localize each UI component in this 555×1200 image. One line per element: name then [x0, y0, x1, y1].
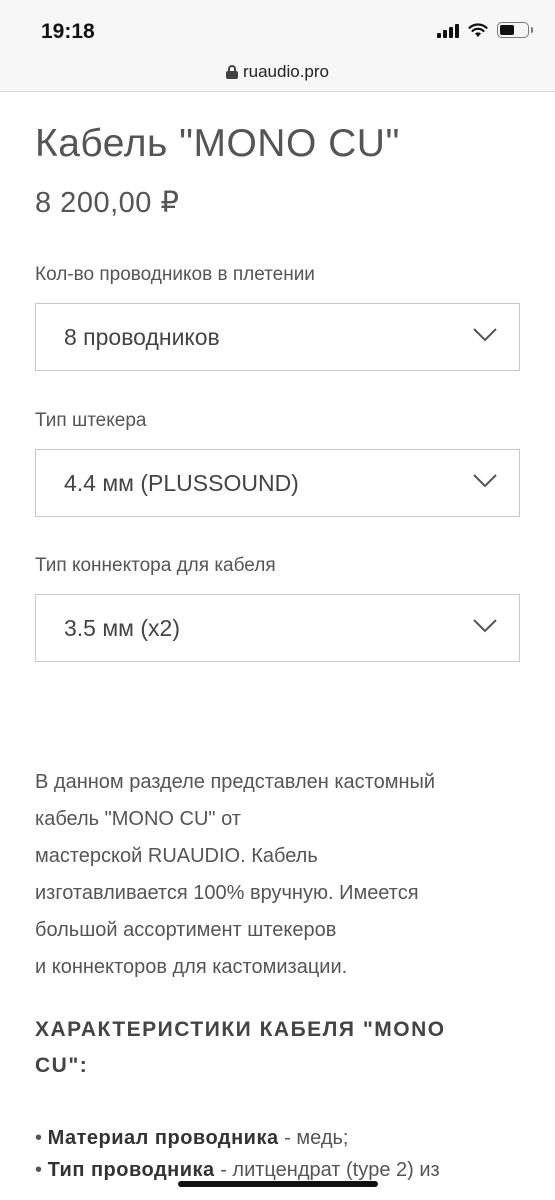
conductor-count-label: Кол-во проводников в плетении — [35, 264, 315, 285]
chevron-down-icon — [473, 619, 497, 633]
connector-type-value: 3.5 мм (x2) — [64, 614, 180, 641]
description-line: большой ассортимент штекеров — [35, 919, 337, 941]
specs-list: • Материал проводника - медь; • Тип пров… — [35, 1122, 555, 1186]
chevron-down-icon — [473, 328, 497, 342]
description-line: В данном разделе представлен кастомный — [35, 771, 436, 793]
product-description: В данном разделе представлен кастомный к… — [35, 764, 520, 986]
conductor-count-select[interactable]: 8 проводников — [35, 303, 520, 371]
battery-icon — [497, 22, 533, 38]
browser-url-bar[interactable]: ruaudio.pro — [0, 58, 555, 92]
chevron-down-icon — [473, 474, 497, 488]
connector-type-select[interactable]: 3.5 мм (x2) — [35, 594, 520, 662]
plug-type-label: Тип штекера — [35, 410, 147, 431]
specs-heading-line: CU": — [35, 1054, 89, 1077]
url-text: ruaudio.pro — [242, 62, 329, 81]
plug-type-value: 4.4 мм (PLUSSOUND) — [64, 469, 299, 496]
specs-heading-line: ХАРАКТЕРИСТИКИ КАБЕЛЯ "MONO — [35, 1018, 446, 1041]
status-time: 19:18 — [41, 20, 95, 43]
plug-type-select[interactable]: 4.4 мм (PLUSSOUND) — [35, 449, 520, 517]
connector-type-label: Тип коннектора для кабеля — [35, 555, 276, 576]
cellular-signal-icon — [437, 23, 459, 38]
spec-value: - литцендрат (type 2) из — [214, 1159, 440, 1181]
description-line: кабель "MONO CU" от — [35, 808, 241, 830]
product-title: Кабель "MONO CU" — [35, 122, 400, 165]
spec-name: Тип проводника — [47, 1159, 215, 1181]
description-line: изготавливается 100% вручную. Имеется — [35, 882, 419, 904]
spec-name: Материал проводника — [47, 1127, 279, 1149]
wifi-icon — [468, 22, 488, 37]
spec-value: - медь; — [278, 1127, 349, 1149]
description-line: мастерской RUAUDIO. Кабель — [35, 845, 318, 867]
description-line: и коннекторов для кастомизации. — [35, 956, 348, 978]
conductor-count-value: 8 проводников — [64, 323, 220, 350]
status-icons — [437, 22, 533, 38]
lock-icon — [225, 65, 238, 79]
status-bar: 19:18 — [0, 0, 555, 58]
spec-item: • Материал проводника - медь; — [35, 1127, 349, 1149]
specs-heading: ХАРАКТЕРИСТИКИ КАБЕЛЯ "MONO CU": — [35, 1012, 520, 1084]
home-indicator[interactable] — [178, 1181, 378, 1187]
product-price: 8 200,00 ₽ — [35, 187, 180, 219]
